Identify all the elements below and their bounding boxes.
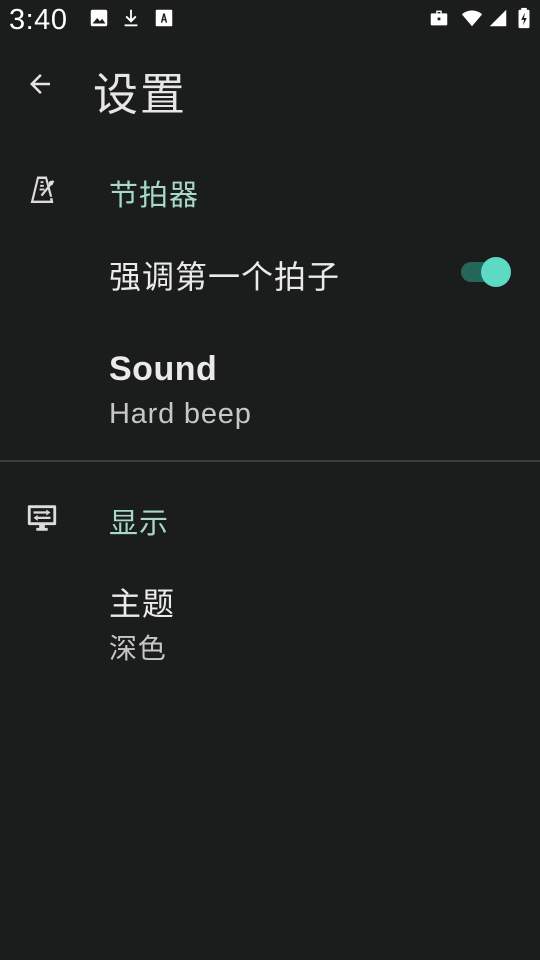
status-bar: 3:40 [0,0,540,44]
pref-theme[interactable]: 主题 深色 [0,565,540,675]
cell-signal-icon [489,9,507,27]
category-title-metronome: 节拍器 [109,178,200,212]
download-icon [124,9,138,27]
image-notification-icon [90,9,108,27]
category-title-display: 显示 [109,506,170,540]
pref-title-accent-first-beat: 强调第一个拍子 [109,258,341,296]
metronome-icon [30,176,55,204]
text-input-icon [155,9,173,27]
pref-summary-sound: Hard beep [109,398,252,430]
section-divider [0,460,540,462]
page-title: 设置 [93,68,188,121]
work-profile-icon [430,10,448,26]
accent-first-beat-switch[interactable] [459,257,513,287]
display-icon [27,505,57,531]
back-button[interactable] [16,60,64,108]
pref-sound[interactable]: Sound Hard beep [0,330,540,450]
arrow-back-icon [30,74,50,94]
pref-title-theme: 主题 [109,585,176,623]
pref-summary-theme: 深色 [109,632,167,665]
switch-thumb [481,257,511,287]
settings-screen: 3:40 设置 节拍器 强调第一个拍子 Sound Hard beep 显示 主… [0,0,540,960]
status-time: 3:40 [9,4,68,36]
battery-charging-icon [518,7,530,29]
pref-title-sound: Sound [109,350,218,388]
wifi-icon [461,10,483,27]
